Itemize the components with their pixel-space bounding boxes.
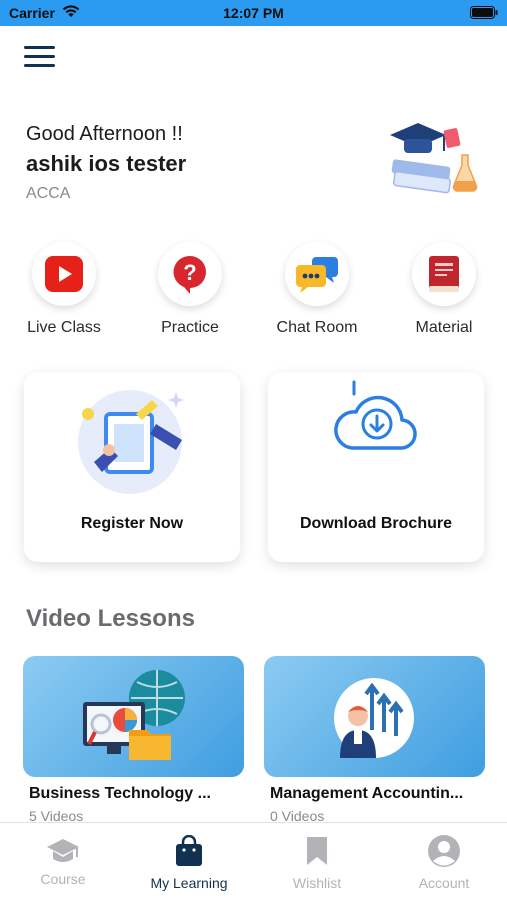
user-name: ashik ios tester bbox=[26, 151, 187, 176]
program-name: ACCA bbox=[26, 185, 71, 202]
register-illustration bbox=[78, 390, 184, 494]
live-class-icon-wrapper[interactable] bbox=[32, 242, 96, 306]
analytics-illustration bbox=[83, 670, 185, 760]
graduation-cap-icon bbox=[47, 839, 79, 862]
tab-wishlist[interactable]: Wishlist bbox=[254, 833, 380, 891]
hamburger-menu-icon[interactable] bbox=[24, 46, 56, 70]
battery-icon bbox=[470, 6, 498, 19]
status-bar: Carrier 12:07 PM bbox=[0, 0, 507, 26]
svg-text:?: ? bbox=[183, 260, 196, 285]
lesson-card-management-accounting[interactable]: Management Accountin... 0 Videos bbox=[264, 656, 485, 824]
tab-course-label: Course bbox=[40, 871, 86, 887]
quick-action-live-class[interactable]: Live Class bbox=[14, 242, 114, 337]
lesson-card-business-technology[interactable]: Business Technology ... 5 Videos bbox=[23, 656, 244, 824]
chat-room-label: Chat Room bbox=[276, 319, 358, 336]
chat-bubbles-icon bbox=[296, 257, 338, 293]
quick-action-chat-room[interactable]: Chat Room bbox=[267, 242, 367, 337]
material-icon-wrapper[interactable] bbox=[412, 242, 476, 306]
tab-my-learning[interactable]: My Learning bbox=[126, 833, 252, 891]
growth-person-illustration bbox=[334, 678, 414, 758]
business-technology-title: Business Technology ... bbox=[29, 785, 211, 802]
tab-wishlist-label: Wishlist bbox=[292, 875, 342, 891]
question-bubble-icon: ? bbox=[173, 255, 206, 294]
greeting-text: Good Afternoon !! bbox=[26, 123, 183, 145]
live-class-label: Live Class bbox=[27, 319, 101, 336]
bookmark-icon bbox=[307, 837, 327, 865]
status-time: 12:07 PM bbox=[223, 5, 284, 21]
quick-action-practice[interactable]: ? Practice bbox=[140, 242, 240, 337]
business-technology-thumbnail[interactable] bbox=[23, 656, 244, 777]
video-lessons-heading: Video Lessons bbox=[26, 605, 195, 632]
tab-course[interactable]: Course bbox=[0, 833, 126, 887]
book-icon bbox=[429, 256, 459, 292]
download-brochure-label: Download Brochure bbox=[299, 515, 452, 532]
tab-account[interactable]: Account bbox=[381, 833, 507, 891]
chat-room-icon-wrapper[interactable] bbox=[285, 242, 349, 306]
download-brochure-card[interactable]: Download Brochure bbox=[268, 372, 484, 562]
bottom-tab-bar: Course My Learning Wishlist Account bbox=[0, 822, 507, 900]
account-circle-icon bbox=[428, 835, 460, 867]
shopping-bag-icon bbox=[176, 835, 202, 866]
education-illustration bbox=[390, 123, 478, 194]
cloud-download-icon bbox=[334, 380, 417, 450]
tab-my-learning-label: My Learning bbox=[150, 875, 228, 891]
practice-label: Practice bbox=[161, 319, 219, 336]
register-now-card[interactable]: Register Now bbox=[24, 372, 240, 562]
management-accounting-title: Management Accountin... bbox=[270, 785, 464, 802]
practice-icon-wrapper[interactable]: ? bbox=[158, 242, 222, 306]
quick-action-material[interactable]: Material bbox=[394, 242, 494, 337]
tab-account-label: Account bbox=[418, 875, 470, 891]
register-now-label: Register Now bbox=[80, 515, 184, 532]
youtube-play-icon bbox=[45, 256, 83, 292]
material-label: Material bbox=[415, 319, 473, 336]
management-accounting-thumbnail[interactable] bbox=[264, 656, 485, 777]
